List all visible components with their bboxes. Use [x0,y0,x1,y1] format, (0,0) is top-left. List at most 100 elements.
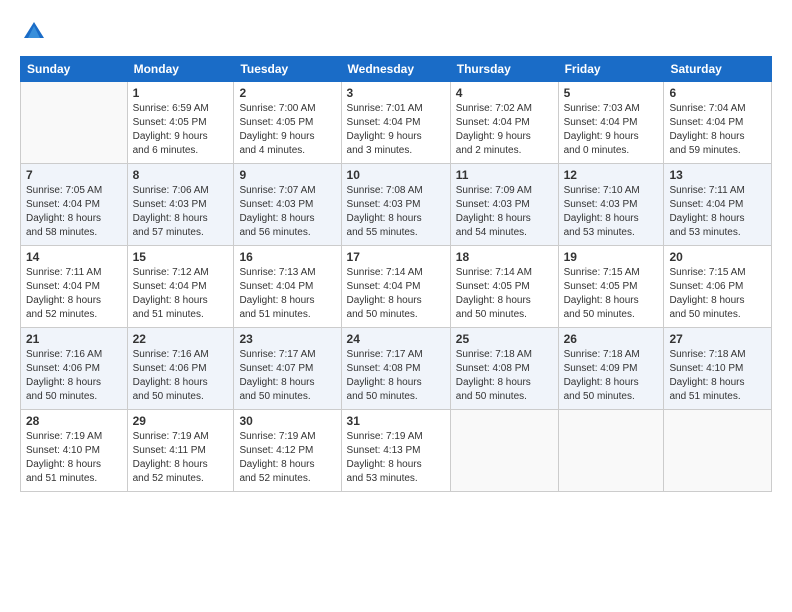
calendar-cell: 1 Sunrise: 6:59 AM Sunset: 4:05 PM Daylig… [127,82,234,164]
day-info: Sunrise: 7:09 AM Sunset: 4:03 PM Dayligh… [456,184,553,240]
day-number: 11 [456,168,553,182]
day-info: Sunrise: 7:03 AM Sunset: 4:04 PM Dayligh… [564,102,659,158]
calendar-week-4: 21Sunrise: 7:16 AM Sunset: 4:06 PM Dayli… [21,328,772,410]
calendar-cell: 17 Sunrise: 7:14 AM Sunset: 4:04 PM Dayli… [341,246,450,328]
calendar-header-sunday: Sunday [21,57,128,82]
calendar-table: SundayMondayTuesdayWednesdayThursdayFrid… [20,56,772,492]
calendar-cell: 2 Sunrise: 7:00 AM Sunset: 4:05 PM Daylig… [234,82,341,164]
day-number: 8 [133,168,229,182]
day-info: Sunrise: 7:17 AM Sunset: 4:07 PM Dayligh… [239,348,335,404]
day-info: Sunrise: 6:59 AM Sunset: 4:05 PM Dayligh… [133,102,229,158]
calendar-cell: 9Sunrise: 7:07 AM Sunset: 4:03 PM Daylig… [234,164,341,246]
day-number: 7 [26,168,122,182]
day-number: 17 [347,250,445,264]
day-info: Sunrise: 7:18 AM Sunset: 4:10 PM Dayligh… [669,348,766,404]
day-number: 24 [347,332,445,346]
calendar-cell: 22 Sunrise: 7:16 AM Sunset: 4:06 PM Dayli… [127,328,234,410]
day-info: Sunrise: 7:13 AM Sunset: 4:04 PM Dayligh… [239,266,335,322]
calendar-cell: 3 Sunrise: 7:01 AM Sunset: 4:04 PM Daylig… [341,82,450,164]
calendar-cell: 28 Sunrise: 7:19 AM Sunset: 4:10 PM Dayli… [21,410,128,492]
day-number: 12 [564,168,659,182]
calendar-header-saturday: Saturday [664,57,772,82]
calendar-cell: 24 Sunrise: 7:17 AM Sunset: 4:08 PM Dayli… [341,328,450,410]
header [20,18,772,46]
calendar-cell: 20Sunrise: 7:15 AM Sunset: 4:06 PM Dayli… [664,246,772,328]
calendar-cell: 19 Sunrise: 7:15 AM Sunset: 4:05 PM Dayli… [558,246,664,328]
day-info: Sunrise: 7:19 AM Sunset: 4:12 PM Dayligh… [239,430,335,486]
calendar-week-5: 28 Sunrise: 7:19 AM Sunset: 4:10 PM Dayli… [21,410,772,492]
day-number: 29 [133,414,229,428]
day-info: Sunrise: 7:18 AM Sunset: 4:08 PM Dayligh… [456,348,553,404]
day-number: 4 [456,86,553,100]
day-info: Sunrise: 7:14 AM Sunset: 4:04 PM Dayligh… [347,266,445,322]
calendar-cell: 29 Sunrise: 7:19 AM Sunset: 4:11 PM Dayli… [127,410,234,492]
calendar-header-tuesday: Tuesday [234,57,341,82]
day-info: Sunrise: 7:19 AM Sunset: 4:11 PM Dayligh… [133,430,229,486]
day-number: 31 [347,414,445,428]
day-number: 9 [239,168,335,182]
day-number: 6 [669,86,766,100]
calendar-cell: 31 Sunrise: 7:19 AM Sunset: 4:13 PM Dayli… [341,410,450,492]
day-info: Sunrise: 7:19 AM Sunset: 4:13 PM Dayligh… [347,430,445,486]
calendar-cell: 16 Sunrise: 7:13 AM Sunset: 4:04 PM Dayli… [234,246,341,328]
day-number: 3 [347,86,445,100]
day-info: Sunrise: 7:01 AM Sunset: 4:04 PM Dayligh… [347,102,445,158]
calendar-cell: 12 Sunrise: 7:10 AM Sunset: 4:03 PM Dayli… [558,164,664,246]
day-info: Sunrise: 7:18 AM Sunset: 4:09 PM Dayligh… [564,348,659,404]
day-info: Sunrise: 7:04 AM Sunset: 4:04 PM Dayligh… [669,102,766,158]
calendar-cell: 5 Sunrise: 7:03 AM Sunset: 4:04 PM Daylig… [558,82,664,164]
day-number: 28 [26,414,122,428]
day-number: 25 [456,332,553,346]
day-info: Sunrise: 7:16 AM Sunset: 4:06 PM Dayligh… [133,348,229,404]
day-info: Sunrise: 7:19 AM Sunset: 4:10 PM Dayligh… [26,430,122,486]
calendar-header-wednesday: Wednesday [341,57,450,82]
day-info: Sunrise: 7:17 AM Sunset: 4:08 PM Dayligh… [347,348,445,404]
calendar-week-1: 1 Sunrise: 6:59 AM Sunset: 4:05 PM Daylig… [21,82,772,164]
calendar-cell: 15Sunrise: 7:12 AM Sunset: 4:04 PM Dayli… [127,246,234,328]
day-number: 26 [564,332,659,346]
day-number: 23 [239,332,335,346]
day-number: 10 [347,168,445,182]
day-info: Sunrise: 7:10 AM Sunset: 4:03 PM Dayligh… [564,184,659,240]
calendar-cell: 8 Sunrise: 7:06 AM Sunset: 4:03 PM Daylig… [127,164,234,246]
day-number: 2 [239,86,335,100]
calendar-cell: 25 Sunrise: 7:18 AM Sunset: 4:08 PM Dayli… [450,328,558,410]
logo-icon [20,18,48,46]
day-number: 13 [669,168,766,182]
day-info: Sunrise: 7:15 AM Sunset: 4:05 PM Dayligh… [564,266,659,322]
day-info: Sunrise: 7:15 AM Sunset: 4:06 PM Dayligh… [669,266,766,322]
day-number: 1 [133,86,229,100]
calendar-cell: 14 Sunrise: 7:11 AM Sunset: 4:04 PM Dayli… [21,246,128,328]
day-info: Sunrise: 7:16 AM Sunset: 4:06 PM Dayligh… [26,348,122,404]
calendar-cell [450,410,558,492]
calendar-header-monday: Monday [127,57,234,82]
calendar-cell [664,410,772,492]
day-number: 19 [564,250,659,264]
calendar-cell: 11 Sunrise: 7:09 AM Sunset: 4:03 PM Dayli… [450,164,558,246]
day-info: Sunrise: 7:11 AM Sunset: 4:04 PM Dayligh… [26,266,122,322]
calendar-cell: 18Sunrise: 7:14 AM Sunset: 4:05 PM Dayli… [450,246,558,328]
calendar-cell: 4 Sunrise: 7:02 AM Sunset: 4:04 PM Daylig… [450,82,558,164]
calendar-week-3: 14 Sunrise: 7:11 AM Sunset: 4:04 PM Dayli… [21,246,772,328]
calendar-header-friday: Friday [558,57,664,82]
day-info: Sunrise: 7:02 AM Sunset: 4:04 PM Dayligh… [456,102,553,158]
calendar-cell: 10Sunrise: 7:08 AM Sunset: 4:03 PM Dayli… [341,164,450,246]
day-number: 14 [26,250,122,264]
day-info: Sunrise: 7:05 AM Sunset: 4:04 PM Dayligh… [26,184,122,240]
calendar-cell [21,82,128,164]
day-info: Sunrise: 7:11 AM Sunset: 4:04 PM Dayligh… [669,184,766,240]
day-number: 18 [456,250,553,264]
calendar-cell: 6 Sunrise: 7:04 AM Sunset: 4:04 PM Daylig… [664,82,772,164]
day-number: 22 [133,332,229,346]
calendar-header-row: SundayMondayTuesdayWednesdayThursdayFrid… [21,57,772,82]
calendar-cell: 7 Sunrise: 7:05 AM Sunset: 4:04 PM Daylig… [21,164,128,246]
day-number: 16 [239,250,335,264]
calendar-cell: 21Sunrise: 7:16 AM Sunset: 4:06 PM Dayli… [21,328,128,410]
day-info: Sunrise: 7:00 AM Sunset: 4:05 PM Dayligh… [239,102,335,158]
calendar-cell: 23 Sunrise: 7:17 AM Sunset: 4:07 PM Dayli… [234,328,341,410]
day-number: 5 [564,86,659,100]
day-number: 27 [669,332,766,346]
calendar-week-2: 7 Sunrise: 7:05 AM Sunset: 4:04 PM Daylig… [21,164,772,246]
calendar-header-thursday: Thursday [450,57,558,82]
day-info: Sunrise: 7:06 AM Sunset: 4:03 PM Dayligh… [133,184,229,240]
